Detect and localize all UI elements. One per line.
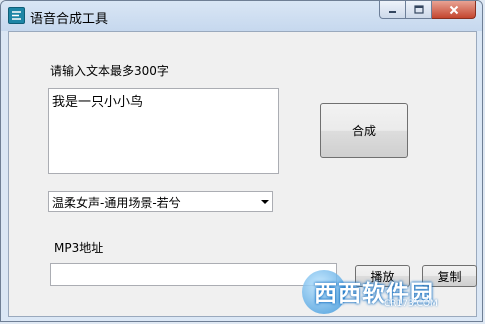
- close-icon: [449, 5, 458, 14]
- chevron-down-icon[interactable]: [261, 200, 269, 204]
- voice-select[interactable]: 温柔女声-通用场景-若兮: [48, 191, 273, 212]
- watermark-logo: 西西软件园 CR173.COM: [290, 268, 470, 320]
- app-logo-icon: [8, 7, 25, 24]
- watermark-url: CR173.COM: [384, 299, 438, 309]
- maximize-button[interactable]: [406, 1, 432, 19]
- text-input[interactable]: 我是一只小小鸟: [48, 88, 279, 174]
- title-bar[interactable]: 语音合成工具: [1, 1, 482, 31]
- text-input-label: 请输入文本最多300字: [50, 64, 169, 78]
- mp3-label: MP3地址: [54, 241, 104, 255]
- window-title: 语音合成工具: [30, 12, 109, 27]
- app-window: 语音合成工具 请输入文本最多300字 我是一只小小鸟 合成 温柔女声-通用场景-…: [0, 0, 483, 322]
- synthesize-button[interactable]: 合成: [320, 103, 408, 158]
- minimize-button[interactable]: [379, 1, 406, 19]
- close-button[interactable]: [432, 1, 476, 19]
- voice-select-value: 温柔女声-通用场景-若兮: [52, 196, 181, 210]
- minimize-icon: [389, 11, 396, 13]
- maximize-icon: [413, 5, 424, 14]
- caption-buttons: [379, 1, 476, 20]
